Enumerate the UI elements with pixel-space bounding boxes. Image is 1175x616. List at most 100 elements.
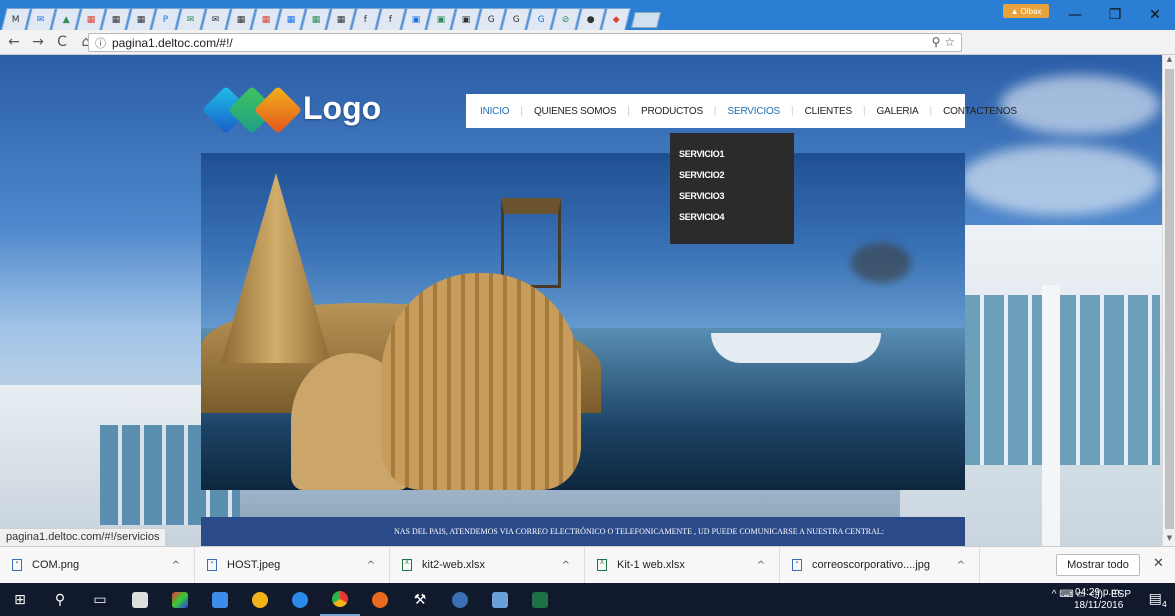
chevron-up-icon[interactable]: ^ xyxy=(367,560,375,571)
omni-actions: ⚲ ☆ xyxy=(932,35,955,49)
notification-center-icon[interactable]: ▤4 xyxy=(1149,591,1167,609)
url-text: pagina1.deltoc.com/#!/ xyxy=(112,35,233,50)
browser-tab-strip: M ✉ ▲ ▦ ▦ ▦ P ✉ ✉ ▦ ▦ ▦ ▦ ▦ f f ▣ ▣ ▣ G G G ⊘ ● ◆ ▲ Olbax — ❐ ✕ xyxy=(0,0,1175,30)
tab-favicon-icon: G xyxy=(512,14,520,25)
excel-icon[interactable] xyxy=(520,583,560,616)
clock[interactable]: 04:29 p.m. 18/11/2016 xyxy=(1074,586,1123,612)
info-icon[interactable]: ⓘ xyxy=(95,35,106,51)
scrollbar-thumb[interactable] xyxy=(1165,69,1174,529)
clock-date: 18/11/2016 xyxy=(1074,600,1124,611)
tab-favicon-icon: ⊘ xyxy=(562,14,570,25)
logo-text: Logo xyxy=(303,89,382,126)
tab-favicon-icon: f xyxy=(364,14,368,25)
edge-icon[interactable] xyxy=(280,583,320,616)
warning-icon: ▲ xyxy=(1010,6,1019,16)
menu-item-contactenos[interactable]: CONTACTENOS xyxy=(943,106,1017,117)
task-view-icon[interactable]: ▭ xyxy=(80,583,120,616)
forward-button[interactable]: → xyxy=(28,34,48,50)
start-button[interactable]: ⊞ xyxy=(0,583,40,616)
download-item[interactable]: ▪ correoscorporativo....jpg ^ xyxy=(780,546,980,584)
restore-button[interactable]: ❐ xyxy=(1095,0,1135,30)
browser-toolbar: ← → C ⌂ ⓘ pagina1.deltoc.com/#!/ ⚲ ☆ xyxy=(0,30,1175,79)
download-filename: kit2-web.xlsx xyxy=(422,559,485,571)
windows-taskbar: ⊞ ⚲ ▭ ⚒ ^ ⌨ ▭ ◁)) ESP 04:29 p.m. 18/11/2… xyxy=(0,583,1175,616)
download-filename: correoscorporativo....jpg xyxy=(812,559,930,571)
cloud-decoration xyxy=(960,145,1160,215)
tab-favicon-icon: ▣ xyxy=(461,14,471,25)
close-window-button[interactable]: ✕ xyxy=(1135,0,1175,30)
download-item[interactable]: X Kit-1 web.xlsx ^ xyxy=(585,546,780,584)
app-tool-icon[interactable]: ⚒ xyxy=(400,583,440,616)
new-tab-button[interactable] xyxy=(631,12,661,28)
menu-separator: | xyxy=(862,105,866,117)
app-colorful-icon[interactable] xyxy=(160,583,200,616)
bookmark-star-icon[interactable]: ☆ xyxy=(944,35,955,49)
reload-button[interactable]: C xyxy=(52,34,72,50)
profile-button[interactable]: ▲ Olbax xyxy=(1003,4,1049,18)
app-m-icon[interactable] xyxy=(440,583,480,616)
tab-favicon-icon: ▦ xyxy=(86,14,96,25)
tab-favicon-icon: ▦ xyxy=(311,14,321,25)
chevron-up-icon[interactable]: ^ xyxy=(757,560,765,571)
tab-favicon-icon: G xyxy=(487,14,495,25)
app-yellow-icon[interactable] xyxy=(240,583,280,616)
download-filename: HOST.jpeg xyxy=(227,559,281,571)
menu-separator: | xyxy=(929,105,933,117)
minimize-button[interactable]: — xyxy=(1055,0,1095,30)
chrome-icon[interactable] xyxy=(320,583,360,616)
download-bar: ▪ COM.png ^ ▪ HOST.jpeg ^ Xkit2-web.xlsx ^ X Kit-… xyxy=(0,546,1175,584)
menu-item-productos[interactable]: PRODUCTOS xyxy=(641,106,703,117)
site-logo[interactable]: Logo xyxy=(201,85,382,135)
window-controls: — ❐ ✕ xyxy=(1055,0,1175,30)
tab-favicon-icon: ▲ xyxy=(62,14,70,25)
dropdown-item-servicio1[interactable]: SERVICIO1 xyxy=(679,149,794,170)
scroll-down-arrow-icon[interactable]: ▼ xyxy=(1163,534,1175,546)
download-list: ▪ COM.png ^ ▪ HOST.jpeg ^ Xkit2-web.xlsx ^ X Kit-… xyxy=(0,546,980,584)
scroll-up-arrow-icon[interactable]: ▲ xyxy=(1163,55,1175,67)
tab-favicon-icon: ▦ xyxy=(136,14,146,25)
tab-favicon-icon: ▦ xyxy=(111,14,121,25)
servicios-dropdown: SERVICIO1 SERVICIO2 SERVICIO3 SERVICIO4 xyxy=(670,133,794,244)
tab-favicon-icon: ◆ xyxy=(612,14,620,25)
zoom-icon[interactable]: ⚲ xyxy=(932,35,941,49)
excel-file-icon: X xyxy=(597,559,607,571)
download-item[interactable]: Xkit2-web.xlsx ^ xyxy=(390,546,585,584)
page-scrollbar[interactable]: ▲ ▼ xyxy=(1162,55,1175,546)
dropdown-item-servicio3[interactable]: SERVICIO3 xyxy=(679,191,794,212)
chevron-up-icon[interactable]: ^ xyxy=(562,560,570,571)
menu-item-servicios[interactable]: SERVICIOS xyxy=(728,106,781,117)
search-icon[interactable]: ⚲ xyxy=(40,583,80,616)
dropdown-item-servicio2[interactable]: SERVICIO2 xyxy=(679,170,794,191)
tab-favicon-icon: ▦ xyxy=(336,14,346,25)
store-icon[interactable] xyxy=(120,583,160,616)
dropbox-icon[interactable] xyxy=(200,583,240,616)
menu-item-quienes-somos[interactable]: QUIENES SOMOS xyxy=(534,106,617,117)
tab-favicon-icon: ▣ xyxy=(411,14,421,25)
chevron-up-icon[interactable]: ^ xyxy=(957,560,965,571)
image-file-icon: ▪ xyxy=(12,559,22,571)
browser-tab[interactable]: ◆ xyxy=(601,8,631,30)
excel-file-icon: X xyxy=(402,559,412,571)
tab-favicon-icon: f xyxy=(389,14,393,25)
tab-favicon-icon: ▦ xyxy=(236,14,246,25)
download-filename: COM.png xyxy=(32,559,80,571)
dropdown-item-servicio4[interactable]: SERVICIO4 xyxy=(679,212,794,233)
download-filename: Kit-1 web.xlsx xyxy=(617,559,685,571)
logo-mark-icon xyxy=(201,85,303,135)
clock-time: 04:29 p.m. xyxy=(1075,587,1123,598)
app-blue-icon[interactable] xyxy=(480,583,520,616)
menu-item-clientes[interactable]: CLIENTES xyxy=(805,106,853,117)
address-bar[interactable]: ⓘ pagina1.deltoc.com/#!/ ⚲ ☆ xyxy=(88,33,962,52)
show-all-downloads-button[interactable]: Mostrar todo xyxy=(1056,554,1140,576)
back-button[interactable]: ← xyxy=(4,34,24,50)
tab-favicon-icon: ✉ xyxy=(187,14,195,25)
close-download-bar-icon[interactable]: ✕ xyxy=(1153,556,1164,571)
main-menu: INICIO | QUIENES SOMOS | PRODUCTOS | SERVICIOS… xyxy=(466,94,1017,128)
menu-item-inicio[interactable]: INICIO xyxy=(480,106,510,117)
menu-item-galeria[interactable]: GALERIA xyxy=(877,106,919,117)
download-item[interactable]: ▪ COM.png ^ xyxy=(0,546,195,584)
download-item[interactable]: ▪ HOST.jpeg ^ xyxy=(195,546,390,584)
firefox-icon[interactable] xyxy=(360,583,400,616)
chevron-up-icon[interactable]: ^ xyxy=(172,560,180,571)
image-file-icon: ▪ xyxy=(792,559,802,571)
